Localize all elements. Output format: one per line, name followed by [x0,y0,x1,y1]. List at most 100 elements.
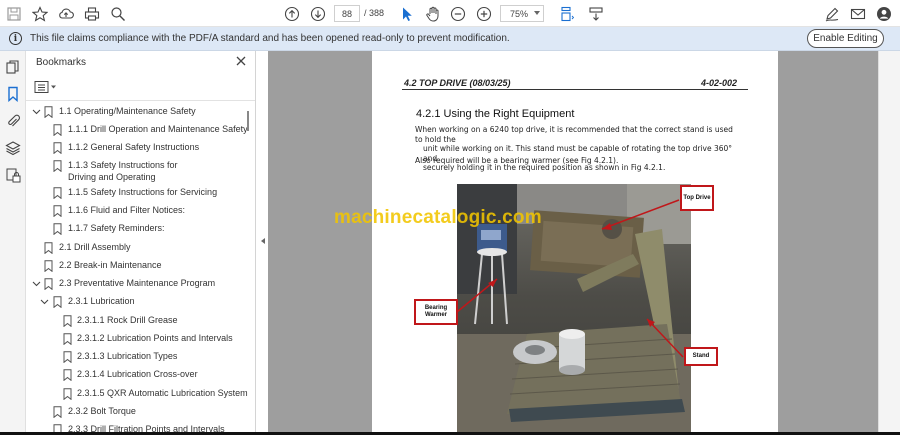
bookmark-icon [44,260,53,272]
navigation-rail [0,51,26,435]
bookmark-item[interactable]: 2.3.1.4 Lubrication Cross-over [26,366,248,384]
callout-top-drive: Top Drive [680,185,714,211]
bookmark-icon [53,406,62,418]
bookmark-icon [53,296,62,308]
bookmark-item[interactable]: 2.3.1.2 Lubrication Points and Intervals [26,330,248,348]
zoom-in-icon[interactable] [474,4,494,24]
callout-bearing-warmer: Bearing Warmer [414,299,458,325]
bookmark-label: 2.3.1.5 QXR Automatic Lubrication System [77,388,248,398]
bookmark-item[interactable]: 2.1 Drill Assembly [26,239,248,257]
bookmark-item[interactable]: 1.1.1 Drill Operation and Maintenance Sa… [26,121,248,139]
close-icon[interactable] [235,55,247,67]
pdf-page: 4.2 TOP DRIVE (08/03/25) 4-02-002 4.2.1 … [372,51,778,435]
zoom-search-icon[interactable] [108,4,128,24]
bookmark-item[interactable]: 1.1 Operating/Maintenance Safety [26,103,248,121]
bookmark-label: 1.1.2 General Safety Instructions [68,142,200,152]
page-number-input[interactable]: 88 [334,5,360,22]
bookmark-label: 2.3.1 Lubrication [68,296,135,306]
bookmark-item[interactable]: 2.3.2 Bolt Torque [26,403,248,421]
chevron-down-icon[interactable] [32,107,41,116]
attachments-paperclip-icon[interactable] [5,113,21,129]
bookmark-icon [63,369,72,381]
chevron-down-icon[interactable] [32,279,41,288]
bookmark-label: 2.3.2 Bolt Torque [68,406,136,416]
bookmark-icon [53,124,62,136]
bookmark-item[interactable]: 1.1.2 General Safety Instructions [26,139,248,157]
cloud-upload-icon[interactable] [56,4,76,24]
right-tools-rail [878,51,900,435]
email-icon[interactable] [848,4,868,24]
main-toolbar: 88 / 388 75% [0,0,900,27]
enable-editing-button[interactable]: Enable Editing [807,29,884,48]
bookmark-icon [44,106,53,118]
bookmarks-scrollbar[interactable] [247,111,249,131]
bookmark-label: 2.3 Preventative Maintenance Program [59,278,216,288]
bookmark-item[interactable]: 2.3.1 Lubrication [26,293,248,311]
security-lock-icon[interactable] [5,167,21,183]
next-page-icon[interactable] [308,4,328,24]
bookmark-item[interactable]: 1.1.6 Fluid and Filter Notices: [26,202,248,220]
chevron-down-icon [534,11,540,15]
page-total: / 388 [364,8,385,18]
bookmark-icon [63,333,72,345]
bookmark-icon [63,388,72,400]
collapse-panel-arrow-icon[interactable] [261,238,265,244]
zoom-out-icon[interactable] [448,4,468,24]
previous-page-icon[interactable] [282,4,302,24]
bookmarks-panel-title: Bookmarks [36,57,87,68]
bookmark-label: 2.2 Break-in Maintenance [59,260,162,270]
watermark-text: machinecatalogic.com [334,207,542,228]
body-paragraph: Also required will be a bearing warmer (… [415,156,619,165]
bookmark-item[interactable]: 1.1.5 Safety Instructions for Servicing [26,184,248,202]
bookmark-star-icon[interactable] [30,4,50,24]
bookmark-item[interactable]: 2.2 Break-in Maintenance [26,257,248,275]
info-icon: i [9,32,22,45]
bookmark-icon [53,160,62,172]
bookmark-item[interactable]: 1.1.7 Safety Reminders: [26,220,248,238]
bookmark-label: 1.1 Operating/Maintenance Safety [59,106,196,116]
bookmark-label: 1.1.6 Fluid and Filter Notices: [68,205,186,215]
scroll-mode-icon[interactable] [586,4,606,24]
account-icon[interactable] [874,4,894,24]
bookmark-options-button[interactable] [34,80,58,94]
bookmark-item[interactable]: 2.3.1.5 QXR Automatic Lubrication System [26,385,248,403]
hand-tool-icon[interactable] [423,4,443,24]
pdfa-info-bar: i This file claims compliance with the P… [0,27,900,51]
bookmark-icon [63,351,72,363]
body-paragraph: When working on a 6240 top drive, it is … [415,125,735,173]
info-message: This file claims compliance with the PDF… [30,33,510,44]
bookmarks-panel: Bookmarks 1.1 Operating/Maintenance Safe… [26,51,256,435]
header-rule [402,89,748,90]
page-header-number: 4-02-002 [701,78,738,88]
select-cursor-icon[interactable] [397,4,417,24]
layers-icon[interactable] [5,140,21,156]
save-icon[interactable] [4,4,24,24]
bookmark-label: 2.3.1.4 Lubrication Cross-over [77,369,198,379]
bookmark-item[interactable]: 2.3.1.1 Rock Drill Grease [26,312,248,330]
fit-page-icon[interactable] [556,4,576,24]
bookmark-icon [53,205,62,217]
bookmark-label: 1.1.1 Drill Operation and Maintenance Sa… [68,124,248,134]
bookmark-icon [53,187,62,199]
bookmark-icon [53,223,62,235]
print-icon[interactable] [82,4,102,24]
bookmark-item[interactable]: 2.3.1.3 Lubrication Types [26,348,248,366]
bookmarks-panel-icon[interactable] [5,86,21,103]
page-header-title: 4.2 TOP DRIVE (08/03/25) [404,78,511,88]
panel-divider [26,100,255,101]
section-title: 4.2.1 Using the Right Equipment [416,108,575,120]
bookmark-item[interactable]: 1.1.3 Safety Instructions for Driving an… [26,157,248,183]
bookmark-label: 2.3.1.3 Lubrication Types [77,351,178,361]
bookmark-label: 1.1.3 Safety Instructions for Driving an… [68,160,178,182]
bookmark-icon [44,242,53,254]
bookmark-icon [53,142,62,154]
callout-stand: Stand [684,347,718,366]
page-thumbnails-icon[interactable] [5,59,21,75]
sign-pen-icon[interactable] [822,4,842,24]
zoom-level-select[interactable]: 75% [500,5,544,22]
bookmark-label: 2.1 Drill Assembly [59,242,131,252]
chevron-down-icon[interactable] [40,297,49,306]
bookmark-label: 1.1.7 Safety Reminders: [68,223,165,233]
bookmark-item[interactable]: 2.3 Preventative Maintenance Program [26,275,248,293]
zoom-level-value: 75% [510,8,529,19]
